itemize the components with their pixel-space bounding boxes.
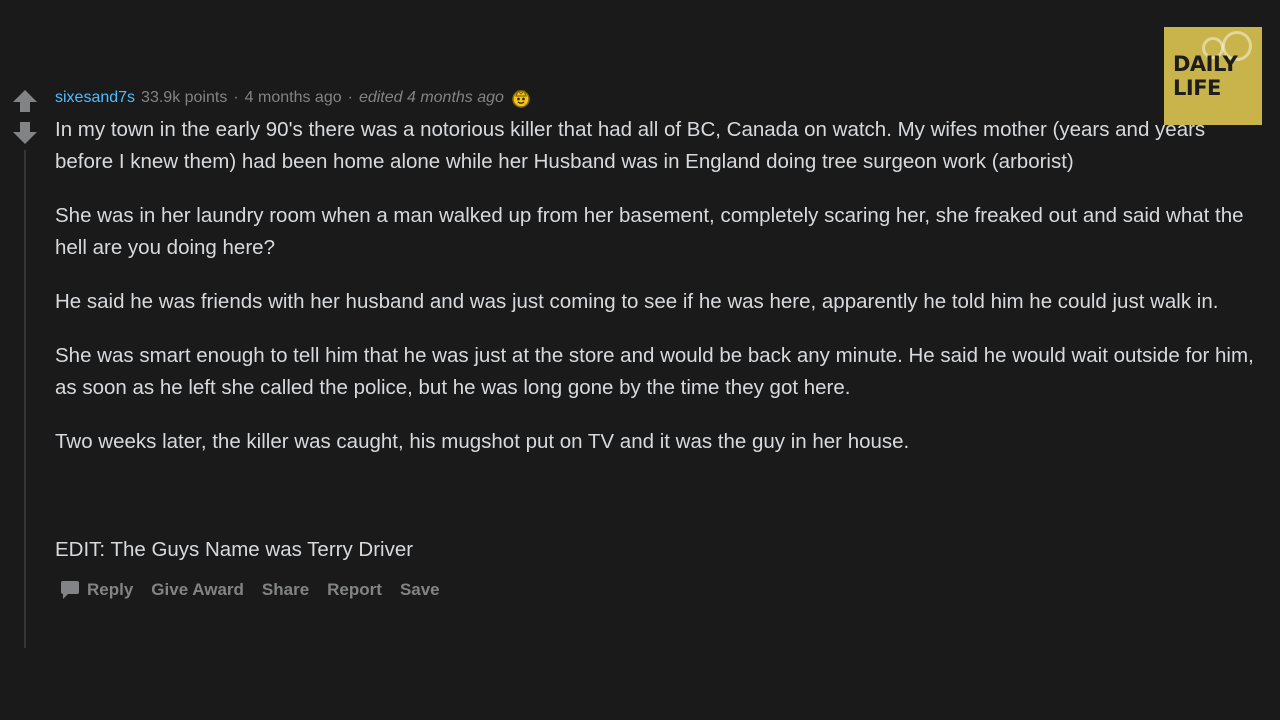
report-button[interactable]: Report — [327, 580, 382, 600]
comment-paragraph: He said he was friends with her husband … — [55, 290, 1219, 313]
comment-points: 33.9k points — [141, 89, 228, 106]
comment-meta: sixesand7s 33.9k points · 4 months ago ·… — [55, 86, 1255, 110]
comment-edited: edited 4 months ago — [358, 89, 504, 106]
logo-text: DAILY LIFE — [1173, 52, 1238, 100]
reply-icon — [61, 581, 79, 599]
give-award-button[interactable]: Give Award — [151, 580, 244, 600]
comment-body: In my town in the early 90's there was a… — [55, 114, 1255, 566]
meta-separator: · — [233, 89, 239, 106]
thread-line[interactable] — [24, 150, 26, 648]
save-button[interactable]: Save — [400, 580, 440, 600]
reply-button[interactable]: Reply — [55, 580, 133, 600]
report-label: Report — [327, 580, 382, 599]
award-icon[interactable] — [510, 87, 532, 109]
daily-life-logo: DAILY LIFE — [1164, 27, 1262, 125]
comment-actions: Reply Give Award Share Report Save — [55, 580, 1255, 600]
upvote-arrow-icon[interactable] — [10, 88, 40, 114]
reply-label: Reply — [87, 580, 134, 599]
give-award-label: Give Award — [151, 580, 244, 599]
comment-paragraph: In my town in the early 90's there was a… — [55, 118, 1206, 173]
downvote-arrow-icon[interactable] — [10, 120, 40, 146]
comment-paragraph: She was smart enough to tell him that he… — [55, 344, 1254, 399]
vote-column — [10, 88, 40, 146]
save-label: Save — [399, 580, 440, 599]
share-button[interactable]: Share — [262, 580, 309, 600]
comment-edit-note: EDIT: The Guys Name was Terry Driver — [55, 538, 414, 561]
comment-author[interactable]: sixesand7s — [55, 86, 135, 110]
meta-separator: · — [347, 89, 353, 106]
comment: sixesand7s 33.9k points · 4 months ago ·… — [55, 86, 1255, 600]
comment-paragraph: Two weeks later, the killer was caught, … — [55, 430, 910, 453]
share-label: Share — [261, 580, 310, 599]
comment-time[interactable]: 4 months ago — [245, 86, 342, 110]
comment-paragraph: She was in her laundry room when a man w… — [55, 204, 1244, 259]
reddit-comment-screen: sixesand7s 33.9k points · 4 months ago ·… — [0, 0, 1280, 720]
